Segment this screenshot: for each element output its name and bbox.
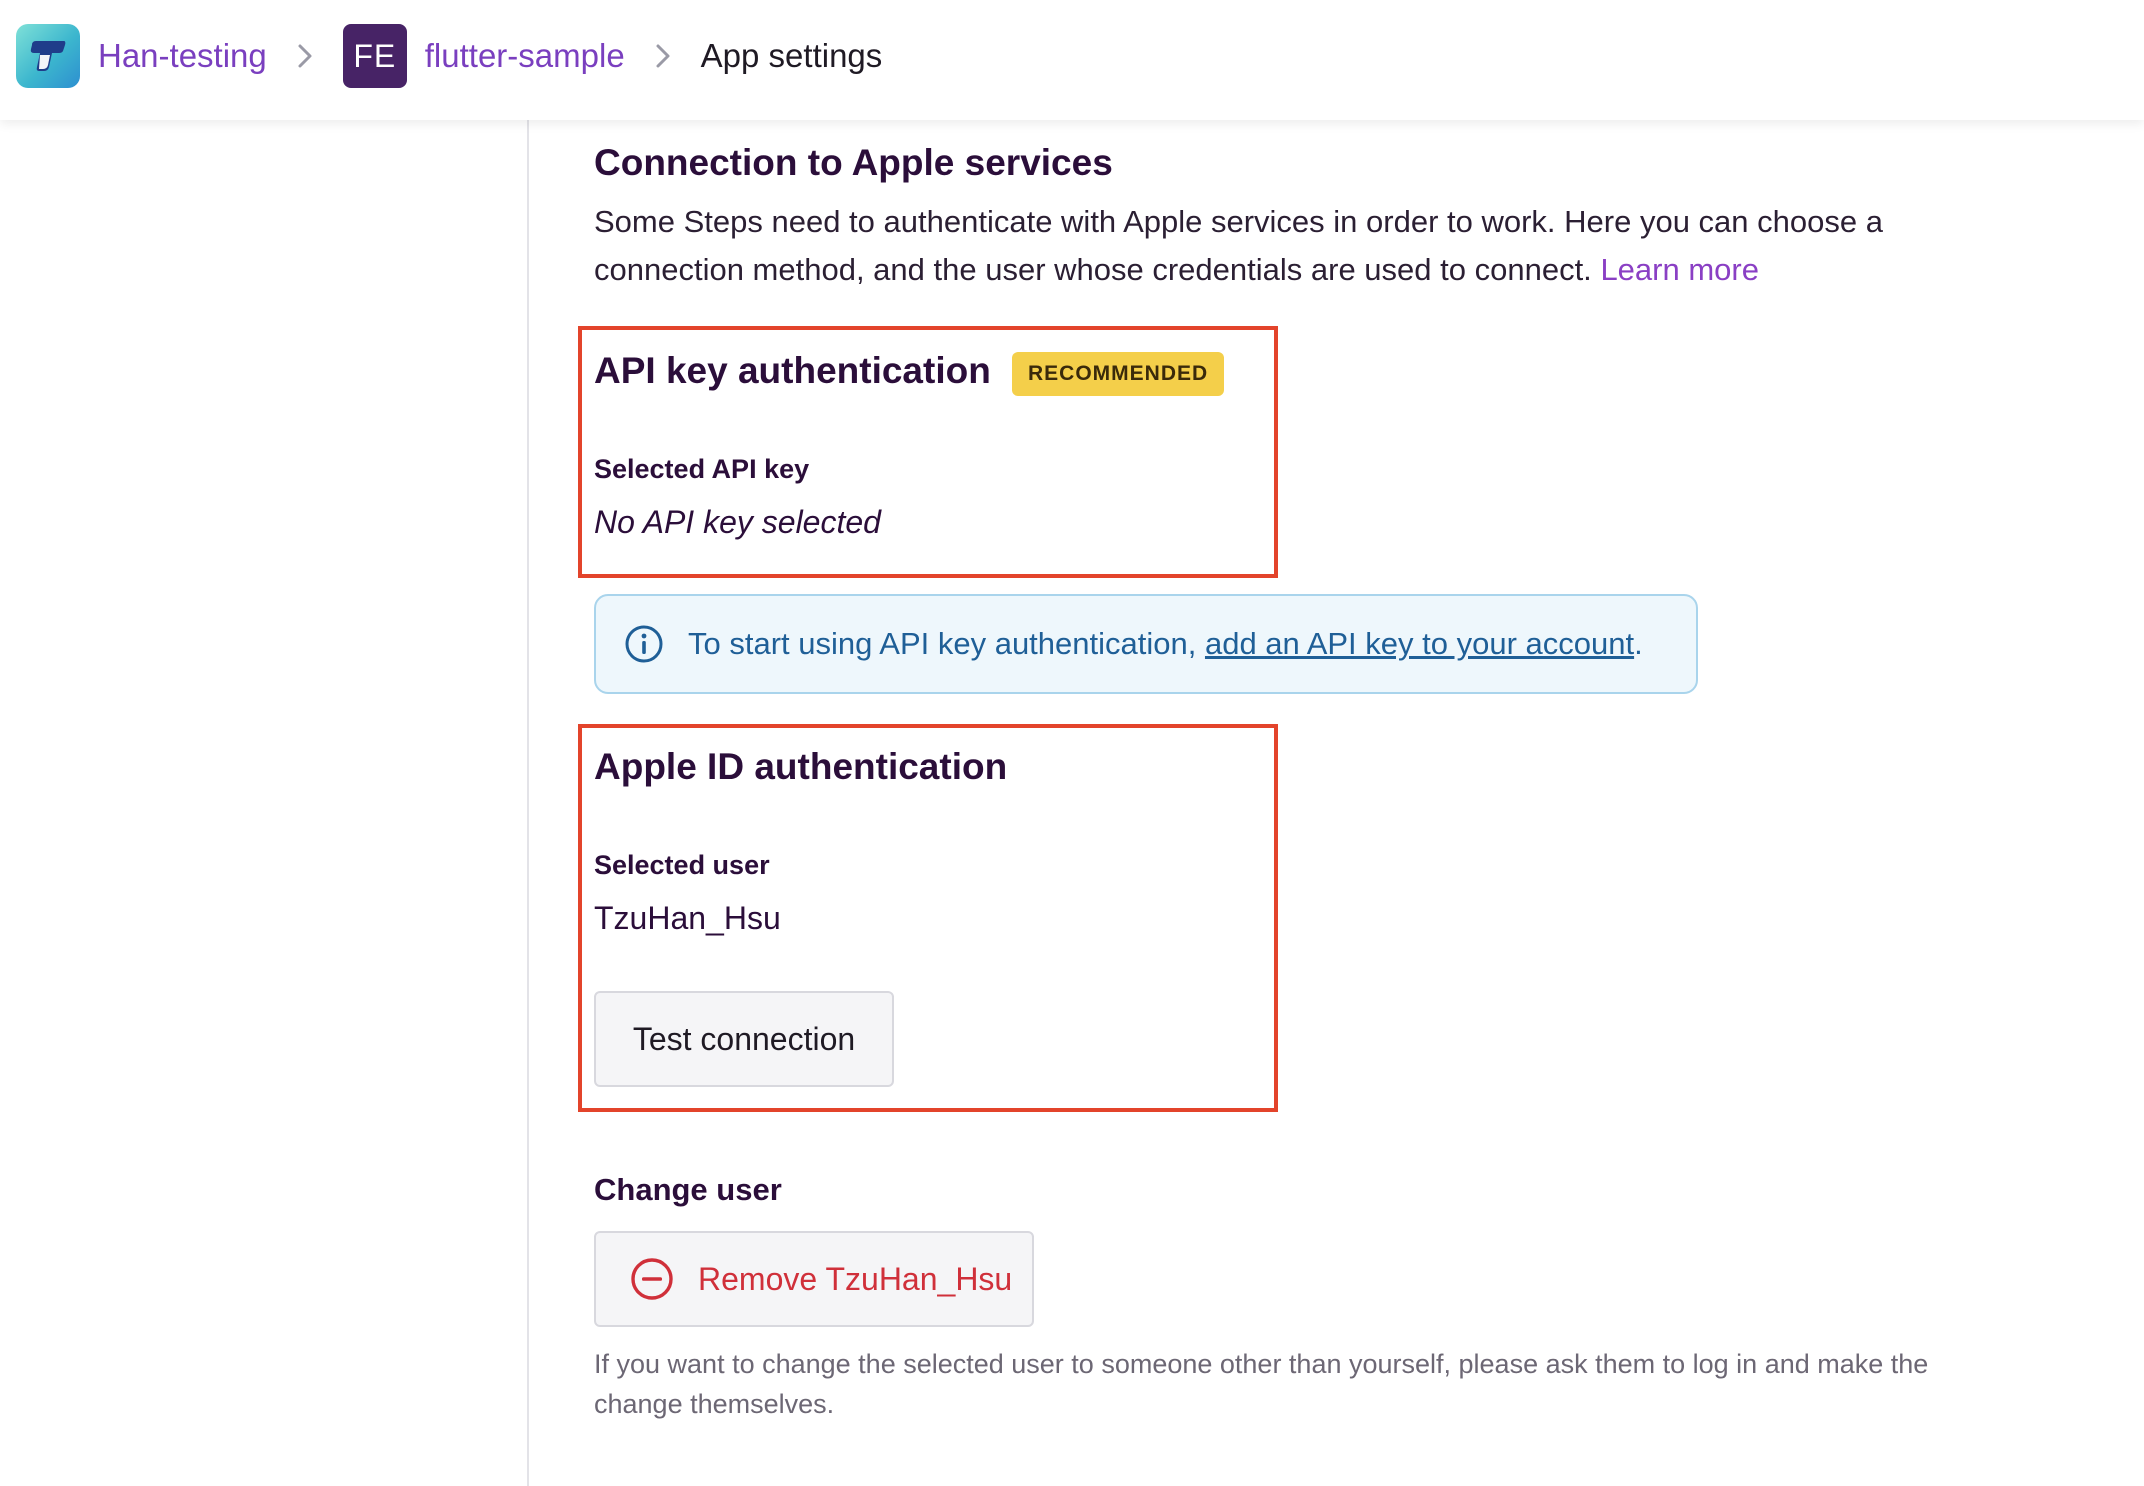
add-api-key-link[interactable]: add an API key to your account	[1205, 626, 1634, 661]
remove-user-label: Remove TzuHan_Hsu	[698, 1260, 1013, 1297]
minus-circle-icon	[630, 1257, 674, 1301]
breadcrumb-project-link[interactable]: flutter-sample	[425, 37, 625, 75]
change-user-title: Change user	[594, 1172, 782, 1207]
chevron-right-icon	[655, 43, 671, 69]
breadcrumb-current: App settings	[700, 37, 883, 74]
info-suffix: .	[1634, 626, 1643, 661]
recommended-badge: RECOMMENDED	[1012, 352, 1225, 396]
info-prefix: To start using API key authentication,	[688, 626, 1205, 661]
section-description: Some Steps need to authenticate with App…	[594, 198, 1984, 294]
section-title: Connection to Apple services	[594, 142, 1113, 183]
top-bar: Han-testing FE flutter-sample App settin…	[0, 0, 2144, 120]
selected-user-value: TzuHan_Hsu	[594, 900, 781, 936]
apple-id-title: Apple ID authentication	[594, 746, 1008, 787]
api-key-label: Selected API key	[594, 454, 810, 484]
api-key-title: API key authentication	[594, 350, 991, 391]
remove-user-button[interactable]: Remove TzuHan_Hsu	[594, 1231, 1034, 1327]
breadcrumb: Han-testing FE flutter-sample App settin…	[16, 24, 882, 88]
learn-more-link[interactable]: Learn more	[1600, 252, 1759, 287]
selected-user-label: Selected user	[594, 850, 770, 880]
chevron-right-icon	[297, 43, 313, 69]
breadcrumb-workspace-link[interactable]: Han-testing	[98, 37, 267, 75]
info-banner: To start using API key authentication, a…	[594, 594, 1698, 694]
column-divider	[527, 120, 529, 1486]
project-avatar[interactable]: FE	[342, 24, 407, 88]
change-user-help: If you want to change the selected user …	[594, 1349, 1929, 1419]
api-key-value: No API key selected	[594, 504, 881, 540]
info-icon	[624, 624, 664, 664]
info-text: To start using API key authentication, a…	[688, 626, 1643, 662]
bitrise-logo-icon[interactable]	[16, 24, 80, 88]
test-connection-button[interactable]: Test connection	[594, 991, 894, 1087]
